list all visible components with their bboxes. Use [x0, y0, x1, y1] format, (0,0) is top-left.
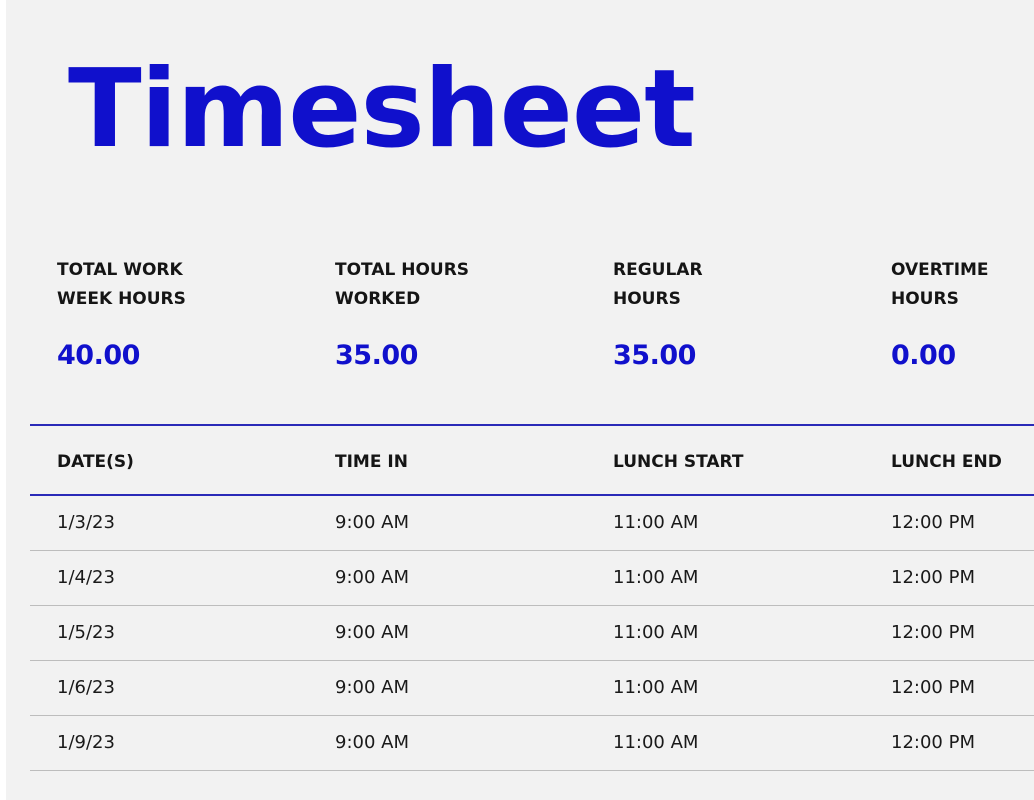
cell-date: 1/6/23 — [57, 677, 115, 698]
summary-label: TOTAL WORK — [57, 260, 183, 280]
header-lunch-start: LUNCH START — [613, 452, 744, 472]
hours-summary: TOTAL WORK WEEK HOURS 40.00 TOTAL HOURS … — [6, 256, 1034, 386]
cell-lunch-start: 11:00 AM — [613, 732, 699, 753]
header-lunch-end: LUNCH END — [891, 452, 1002, 472]
table-header: DATE(S) TIME IN LUNCH START LUNCH END — [30, 424, 1034, 496]
table-row: 1/9/23 9:00 AM 11:00 AM 12:00 PM — [30, 716, 1034, 771]
cell-date: 1/4/23 — [57, 567, 115, 588]
summary-overtime-hours: OVERTIME HOURS 0.00 — [891, 256, 1034, 369]
summary-value: 35.00 — [335, 340, 418, 371]
summary-label: HOURS — [891, 289, 959, 309]
timesheet-table: DATE(S) TIME IN LUNCH START LUNCH END 1/… — [30, 424, 1034, 771]
table-row: 1/4/23 9:00 AM 11:00 AM 12:00 PM — [30, 551, 1034, 606]
cell-lunch-end: 12:00 PM — [891, 567, 975, 588]
cell-lunch-start: 11:00 AM — [613, 677, 699, 698]
summary-label: WORKED — [335, 289, 421, 309]
summary-value: 35.00 — [613, 340, 696, 371]
cell-time-in: 9:00 AM — [335, 512, 409, 533]
summary-label: WEEK HOURS — [57, 289, 186, 309]
table-row: 1/5/23 9:00 AM 11:00 AM 12:00 PM — [30, 606, 1034, 661]
cell-lunch-end: 12:00 PM — [891, 622, 975, 643]
cell-lunch-start: 11:00 AM — [613, 512, 699, 533]
table-row: 1/6/23 9:00 AM 11:00 AM 12:00 PM — [30, 661, 1034, 716]
cell-lunch-start: 11:00 AM — [613, 622, 699, 643]
page-title: Timesheet — [68, 47, 696, 172]
timesheet-page: Timesheet TOTAL WORK WEEK HOURS 40.00 TO… — [6, 0, 1034, 800]
cell-date: 1/5/23 — [57, 622, 115, 643]
cell-time-in: 9:00 AM — [335, 677, 409, 698]
summary-total-hours-worked: TOTAL HOURS WORKED 35.00 — [335, 256, 585, 369]
cell-date: 1/9/23 — [57, 732, 115, 753]
summary-label: REGULAR — [613, 260, 703, 280]
cell-lunch-end: 12:00 PM — [891, 512, 975, 533]
cell-lunch-end: 12:00 PM — [891, 732, 975, 753]
header-time-in: TIME IN — [335, 452, 408, 472]
summary-value: 40.00 — [57, 340, 140, 371]
summary-value: 0.00 — [891, 340, 956, 371]
cell-time-in: 9:00 AM — [335, 567, 409, 588]
summary-label: TOTAL HOURS — [335, 260, 470, 280]
cell-date: 1/3/23 — [57, 512, 115, 533]
header-dates: DATE(S) — [57, 452, 134, 472]
summary-total-work-week-hours: TOTAL WORK WEEK HOURS 40.00 — [57, 256, 307, 369]
cell-lunch-start: 11:00 AM — [613, 567, 699, 588]
cell-time-in: 9:00 AM — [335, 622, 409, 643]
summary-regular-hours: REGULAR HOURS 35.00 — [613, 256, 863, 369]
summary-label: HOURS — [613, 289, 681, 309]
summary-label: OVERTIME — [891, 260, 989, 280]
table-row: 1/3/23 9:00 AM 11:00 AM 12:00 PM — [30, 496, 1034, 551]
cell-time-in: 9:00 AM — [335, 732, 409, 753]
cell-lunch-end: 12:00 PM — [891, 677, 975, 698]
